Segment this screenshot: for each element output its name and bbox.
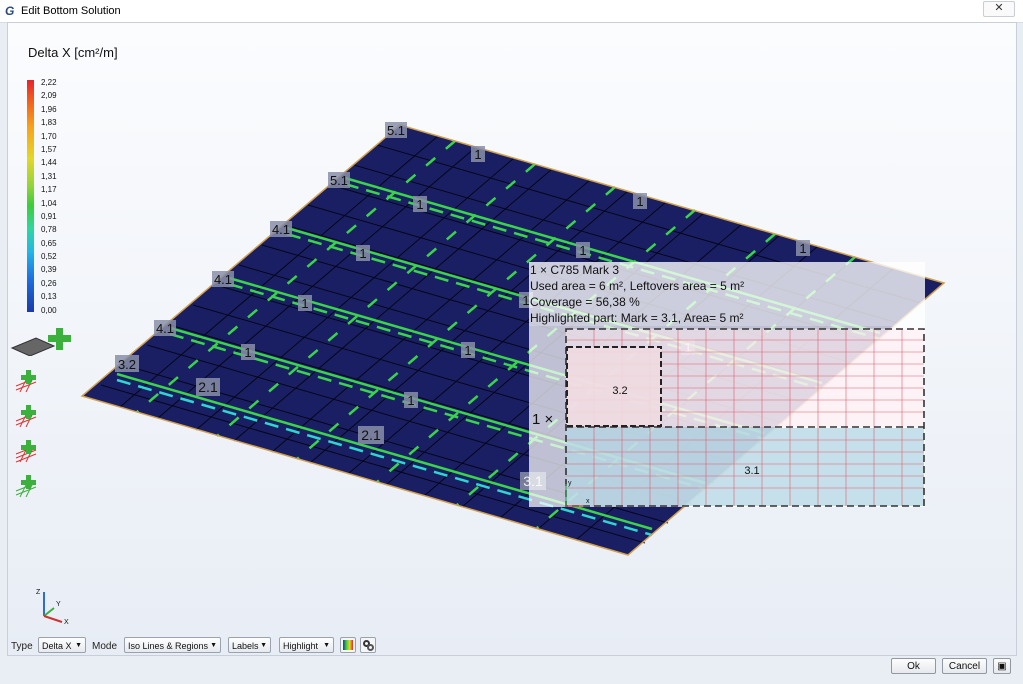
- legend-value: 0,00: [41, 305, 57, 315]
- legend-value: 0,78: [41, 225, 57, 235]
- chevron-down-icon: ▼: [75, 642, 82, 649]
- legend-value: 0,39: [41, 265, 57, 275]
- legend-value: 2,22: [41, 78, 57, 87]
- svg-text:1: 1: [416, 197, 423, 212]
- mark-label: 2.1: [358, 426, 384, 444]
- svg-text:1: 1: [636, 194, 643, 209]
- svg-text:1: 1: [359, 246, 366, 261]
- mark-label: 1: [298, 295, 312, 311]
- info-highlight-line: Highlighted part: Mark = 3.1, Area= 5 m²: [530, 311, 744, 325]
- info-sheet-line: 1 × C785 Mark 3: [530, 263, 620, 277]
- mark-label: 1: [413, 196, 427, 212]
- svg-text:1: 1: [474, 147, 481, 162]
- mark-label: 1: [461, 342, 475, 358]
- view-toolbar: Type Delta X ▼ Mode Iso Lines & Regions ▼ …: [8, 636, 608, 656]
- plate-view[interactable]: 5.1 1 5.1 1 1 4.1 1 1 1 4.1 1 1 4.1 1 1 …: [0, 0, 1023, 684]
- svg-text:1: 1: [799, 241, 806, 256]
- legend-value: 0,26: [41, 278, 57, 288]
- color-scale-icon[interactable]: [340, 637, 356, 653]
- add-bars-icon[interactable]: [14, 473, 40, 499]
- mode-dropdown[interactable]: Iso Lines & Regions ▼: [124, 637, 221, 653]
- svg-text:Y: Y: [56, 601, 61, 608]
- mark-label: 1: [576, 242, 590, 258]
- mark-label: 4.1: [270, 221, 292, 237]
- svg-text:4.1: 4.1: [214, 272, 232, 287]
- save-icon[interactable]: ▣: [993, 658, 1011, 674]
- highlight-dropdown[interactable]: Highlight ▼: [279, 637, 334, 653]
- svg-text:1: 1: [407, 393, 414, 408]
- cancel-button[interactable]: Cancel: [942, 658, 987, 674]
- chevron-down-icon: ▼: [260, 642, 267, 649]
- legend-value: 1,31: [41, 171, 57, 181]
- chevron-down-icon: ▼: [210, 642, 217, 649]
- svg-text:2.1: 2.1: [361, 427, 381, 443]
- add-mesh-dense-icon[interactable]: [14, 438, 40, 464]
- mark-label: 1: [633, 193, 647, 209]
- sheet-multiplier: 1 ×: [532, 411, 553, 428]
- legend-labels: 2,22 2,09 1,96 1,83 1,70 1,57 1,44 1,31 …: [41, 76, 57, 317]
- svg-text:y: y: [568, 480, 572, 487]
- svg-text:3.2: 3.2: [118, 357, 136, 372]
- svg-text:4.1: 4.1: [272, 222, 290, 237]
- svg-text:1: 1: [244, 345, 251, 360]
- solution-info-panel: 1 × C785 Mark 3 Used area = 6 m², Leftov…: [529, 262, 925, 326]
- mark-label: 5.1: [328, 172, 350, 188]
- type-dropdown[interactable]: Delta X ▼: [38, 637, 86, 653]
- settings-gears-icon[interactable]: [360, 637, 376, 653]
- type-label: Type: [11, 641, 33, 652]
- part-a-label: 3.2: [612, 385, 627, 397]
- add-mesh-icon[interactable]: [14, 368, 40, 394]
- legend-value: 1,17: [41, 185, 57, 195]
- legend-value: 1,57: [41, 144, 57, 154]
- mark-label: 1: [356, 245, 370, 261]
- svg-text:Z: Z: [36, 589, 41, 596]
- legend-value: 0,13: [41, 292, 57, 302]
- svg-text:x: x: [586, 498, 590, 505]
- add-mesh-bottom-icon[interactable]: [14, 403, 40, 429]
- mark-label: 1: [796, 240, 810, 256]
- part-b-label: 3.1: [744, 465, 759, 477]
- svg-text:1: 1: [301, 296, 308, 311]
- legend-value: 1,70: [41, 131, 57, 141]
- svg-text:5.1: 5.1: [387, 123, 405, 138]
- mark-label: 3.2: [115, 355, 139, 372]
- mode-label: Mode: [92, 641, 118, 652]
- axis-gizmo: Z Y X: [36, 589, 69, 626]
- labels-dropdown[interactable]: Labels ▼: [228, 637, 271, 653]
- svg-text:4.1: 4.1: [156, 321, 174, 336]
- svg-text:2.1: 2.1: [198, 379, 218, 395]
- mark-label: 1: [404, 392, 418, 408]
- mark-label: 4.1: [212, 271, 234, 287]
- mark-label: 2.1: [196, 378, 220, 396]
- legend-value: 2,09: [41, 91, 57, 101]
- chevron-down-icon: ▼: [323, 642, 330, 649]
- legend-value: 1,96: [41, 104, 57, 114]
- legend-value: 0,52: [41, 252, 57, 262]
- legend-value: 0,65: [41, 238, 57, 248]
- legend-value: 1,04: [41, 198, 57, 208]
- legend-value: 1,83: [41, 118, 57, 128]
- mark-label: 4.1: [154, 320, 176, 336]
- svg-text:1: 1: [579, 243, 586, 258]
- info-area-line: Used area = 6 m², Leftovers area = 5 m²: [530, 279, 745, 293]
- svg-text:5.1: 5.1: [330, 173, 348, 188]
- add-plate-solution-icon[interactable]: [10, 326, 74, 356]
- mark-label: 1: [471, 146, 485, 162]
- legend-value: 0,91: [41, 211, 57, 221]
- mark-label: 1: [241, 344, 255, 360]
- ok-button[interactable]: Ok: [891, 658, 936, 674]
- svg-text:X: X: [64, 619, 69, 626]
- svg-text:1: 1: [464, 343, 471, 358]
- info-coverage-line: Coverage = 56,38 %: [530, 295, 640, 309]
- legend-value: 1,44: [41, 158, 57, 168]
- legend-color-bar: [27, 80, 34, 312]
- sheet-drawing: 3.2 3.1 1 × y x: [532, 328, 925, 507]
- mark-label: 5.1: [385, 122, 407, 138]
- legend-title: Delta X [cm²/m]: [28, 45, 118, 60]
